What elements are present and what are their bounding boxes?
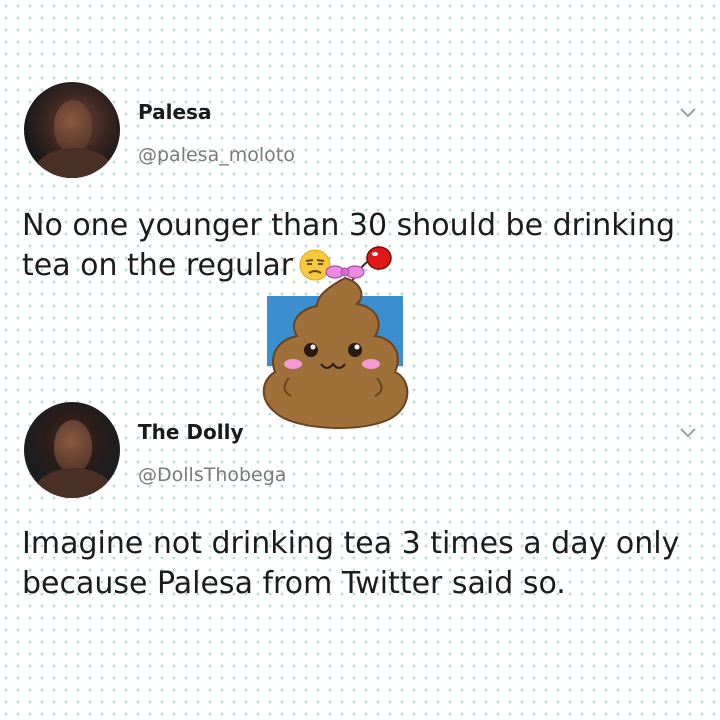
- avatar-shoulder: [34, 468, 114, 498]
- poop-sticker-icon: [262, 246, 409, 429]
- avatar[interactable]: [24, 82, 120, 178]
- avatar-face: [54, 100, 92, 152]
- tweet-text: Imagine not drinking tea 3 times a day o…: [22, 526, 680, 601]
- avatar-shoulder: [34, 148, 114, 178]
- display-name[interactable]: Palesa: [138, 100, 211, 124]
- user-handle[interactable]: @DollsThobega: [138, 464, 286, 486]
- chevron-down-icon[interactable]: [678, 422, 698, 442]
- avatar-face: [54, 420, 92, 472]
- avatar[interactable]: [24, 402, 120, 498]
- display-name[interactable]: The Dolly: [138, 420, 244, 444]
- user-handle[interactable]: @palesa_moloto: [138, 144, 295, 166]
- chevron-down-icon[interactable]: [678, 102, 698, 122]
